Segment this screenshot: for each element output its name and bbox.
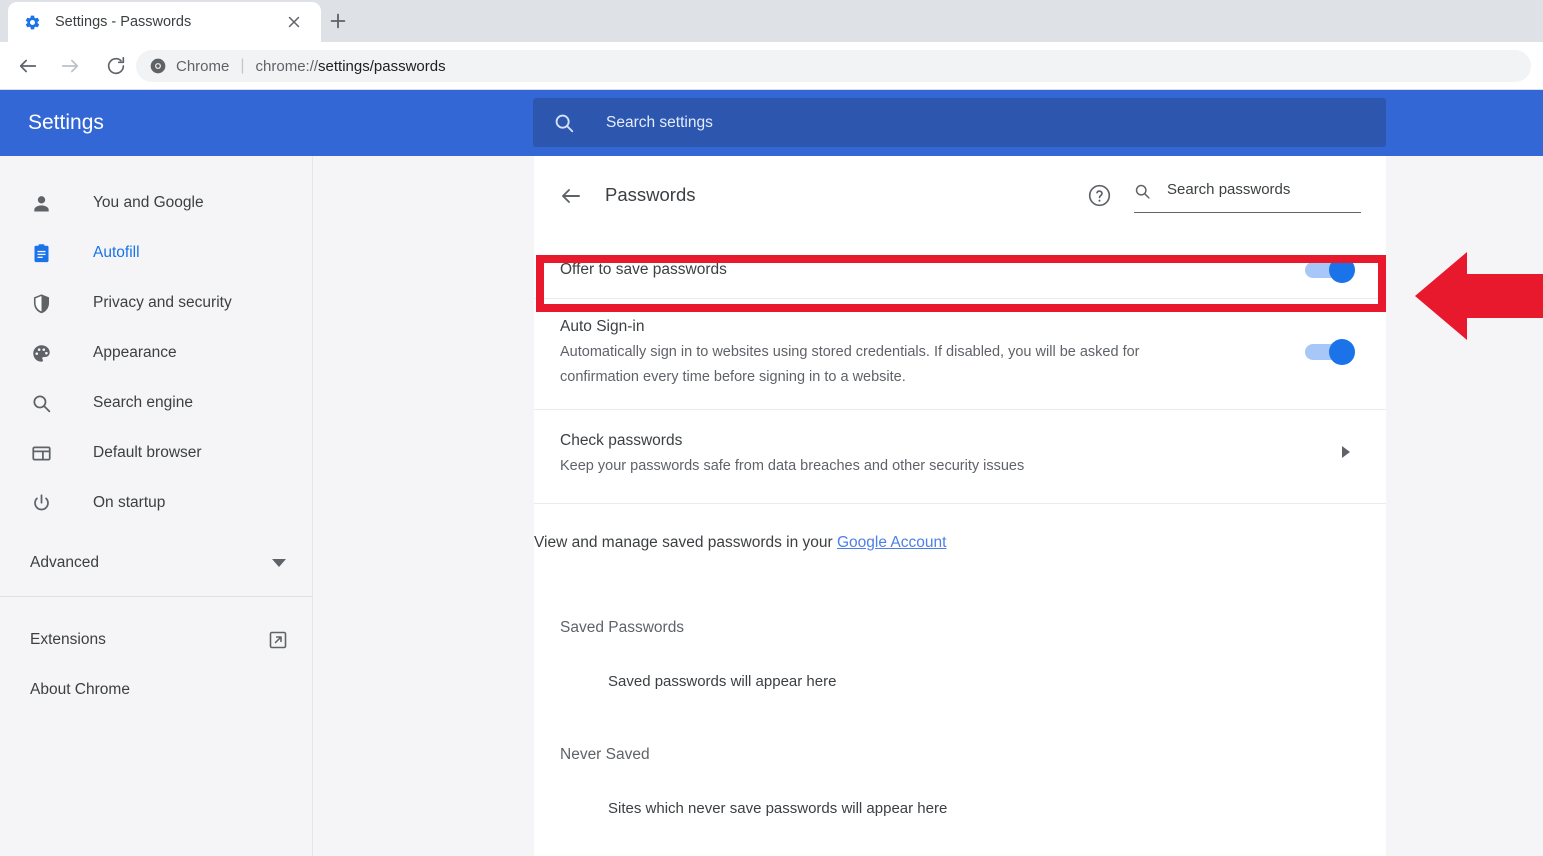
saved-passwords-empty-text: Saved passwords will appear here: [608, 673, 837, 690]
check-passwords-label: Check passwords: [560, 432, 683, 449]
settings-search-box[interactable]: Search settings: [533, 98, 1386, 147]
back-button[interactable]: [14, 52, 42, 80]
sidebar-item-label: Appearance: [93, 344, 177, 361]
sidebar-item-search-engine[interactable]: Search engine: [0, 378, 312, 428]
omnibox-url-path: settings/passwords: [318, 57, 446, 75]
sidebar-nav-list: You and Google Autofill Privacy and secu…: [0, 156, 312, 528]
shield-icon: [30, 292, 52, 314]
passwords-card-header: Passwords Search passwords: [534, 156, 1386, 242]
sidebar-divider: [0, 596, 313, 597]
sidebar-item-about-chrome[interactable]: About Chrome: [0, 665, 312, 715]
address-bar[interactable]: Chrome | chrome://settings/passwords: [136, 50, 1531, 82]
new-tab-icon[interactable]: [327, 10, 349, 32]
passwords-card: Passwords Search passwords Offer to save…: [534, 156, 1386, 856]
chevron-down-icon: [272, 559, 286, 567]
search-icon: [1135, 184, 1150, 199]
chevron-right-icon: [1342, 446, 1350, 458]
offer-to-save-passwords-toggle[interactable]: [1305, 257, 1355, 283]
sidebar-about-label: About Chrome: [30, 681, 130, 698]
settings-sidebar: You and Google Autofill Privacy and secu…: [0, 156, 313, 856]
sidebar-item-label: Autofill: [93, 244, 140, 261]
omnibox-separator: |: [240, 57, 245, 74]
chrome-icon: [150, 58, 166, 74]
external-link-icon: [269, 631, 287, 649]
gear-icon: [25, 15, 40, 29]
browser-tab-strip: Settings - Passwords: [0, 0, 1543, 42]
auto-signin-label: Auto Sign-in: [560, 318, 645, 335]
auto-signin-description: Automatically sign in to websites using …: [560, 344, 1140, 385]
sidebar-item-label: Search engine: [93, 394, 193, 411]
manage-passwords-text: View and manage saved passwords in your …: [534, 503, 1386, 582]
reload-button[interactable]: [102, 52, 130, 80]
offer-to-save-passwords-label: Offer to save passwords: [560, 261, 727, 278]
arrow-right-icon: [61, 59, 79, 72]
omnibox-site-chip: Chrome: [176, 57, 230, 75]
page-title: Passwords: [605, 184, 696, 205]
arrow-left-icon[interactable]: [559, 184, 583, 208]
tab-title: Settings - Passwords: [55, 14, 192, 30]
manage-passwords-prefix: View and manage saved passwords in your: [534, 534, 837, 551]
sidebar-item-privacy-and-security[interactable]: Privacy and security: [0, 278, 312, 328]
google-account-link[interactable]: Google Account: [837, 534, 946, 551]
offer-to-save-passwords-row[interactable]: Offer to save passwords: [534, 242, 1386, 298]
arrow-left-icon: [19, 59, 37, 72]
sidebar-item-default-browser[interactable]: Default browser: [0, 428, 312, 478]
auto-signin-row[interactable]: Auto Sign-in Automatically sign in to we…: [534, 298, 1386, 409]
clipboard-icon: [30, 242, 52, 264]
settings-header-bar: Settings Search settings: [0, 90, 1543, 156]
omnibox-url: chrome://settings/passwords: [256, 58, 446, 75]
sidebar-item-label: Default browser: [93, 444, 202, 461]
sidebar-item-label: Privacy and security: [93, 294, 232, 311]
person-icon: [30, 192, 52, 214]
reload-icon: [107, 56, 125, 74]
check-passwords-description: Keep your passwords safe from data breac…: [560, 458, 1025, 474]
forward-button[interactable]: [56, 52, 84, 80]
sidebar-extensions-label: Extensions: [30, 631, 106, 648]
power-icon: [30, 492, 52, 514]
sidebar-item-autofill[interactable]: Autofill: [0, 228, 312, 278]
palette-icon: [30, 342, 52, 364]
settings-page: Settings Search settings You and Google: [0, 90, 1543, 856]
sidebar-item-label: On startup: [93, 494, 166, 511]
sidebar-item-advanced[interactable]: Advanced: [0, 538, 312, 588]
browser-toolbar: Chrome | chrome://settings/passwords: [0, 42, 1543, 90]
sidebar-item-label: You and Google: [93, 194, 204, 211]
sidebar-item-appearance[interactable]: Appearance: [0, 328, 312, 378]
settings-brand-title: Settings: [28, 111, 104, 134]
search-icon: [555, 114, 574, 132]
close-icon[interactable]: [285, 13, 303, 31]
browser-tab[interactable]: Settings - Passwords: [8, 2, 321, 42]
browser-window-icon: [30, 442, 52, 464]
sidebar-item-you-and-google[interactable]: You and Google: [0, 178, 312, 228]
check-passwords-row[interactable]: Check passwords Keep your passwords safe…: [534, 409, 1386, 503]
toggle-knob: [1329, 339, 1355, 365]
search-icon: [30, 392, 52, 414]
sidebar-item-on-startup[interactable]: On startup: [0, 478, 312, 528]
saved-passwords-section-title: Saved Passwords: [560, 619, 685, 636]
search-passwords-placeholder: Search passwords: [1167, 181, 1291, 198]
search-passwords-input[interactable]: Search passwords: [1134, 181, 1361, 213]
sidebar-item-extensions[interactable]: Extensions: [0, 615, 312, 665]
help-circle-icon[interactable]: [1087, 183, 1112, 208]
toggle-knob: [1329, 257, 1355, 283]
sidebar-advanced-label: Advanced: [30, 554, 99, 571]
never-saved-empty-text: Sites which never save passwords will ap…: [608, 800, 948, 817]
omnibox-url-scheme: chrome://: [255, 57, 319, 75]
settings-search-placeholder: Search settings: [606, 113, 713, 131]
never-saved-section-title: Never Saved: [560, 746, 650, 763]
auto-signin-toggle[interactable]: [1305, 339, 1355, 365]
